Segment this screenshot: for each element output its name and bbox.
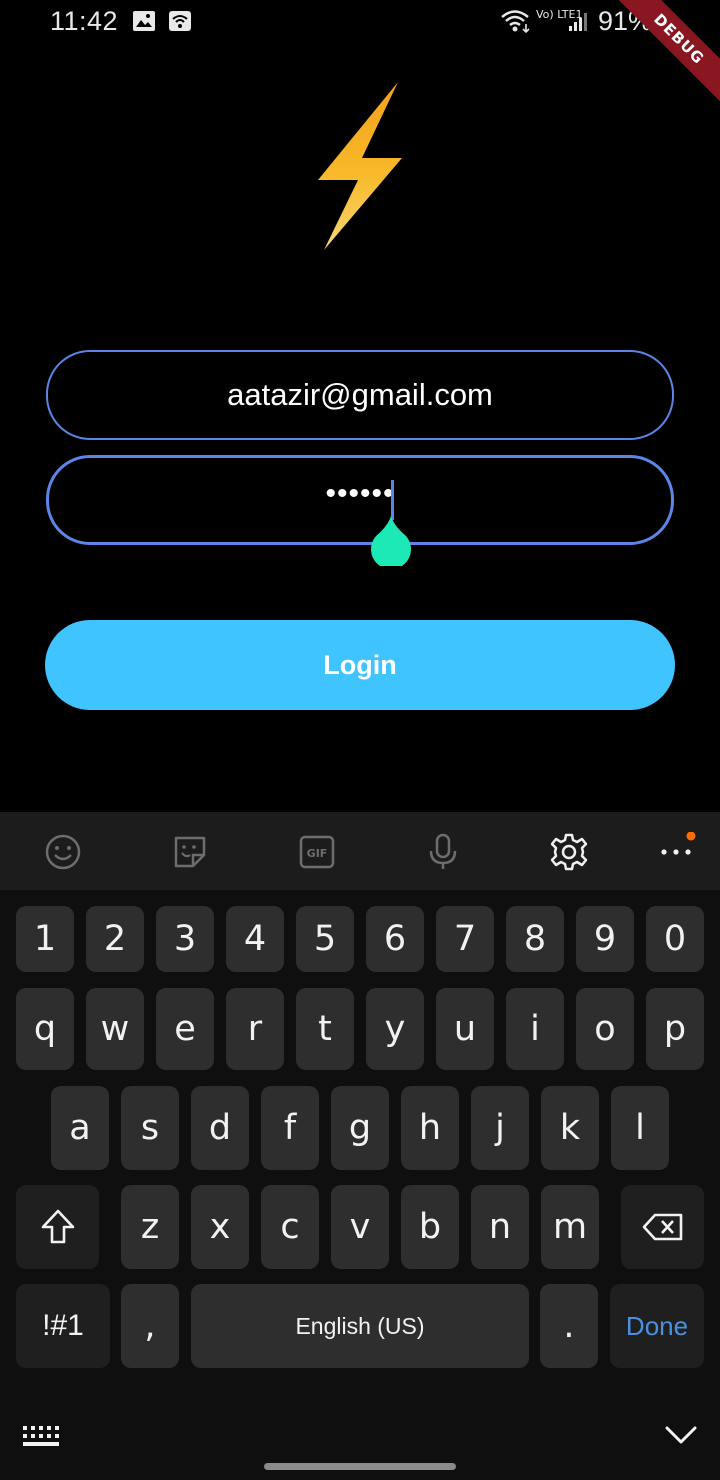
key-a[interactable]: a bbox=[51, 1086, 109, 1170]
key-1[interactable]: 1 bbox=[16, 906, 74, 972]
symbols-key[interactable]: !#1 bbox=[16, 1284, 110, 1368]
key-j[interactable]: j bbox=[471, 1086, 529, 1170]
emoji-icon[interactable] bbox=[43, 832, 83, 872]
key-5[interactable]: 5 bbox=[296, 906, 354, 972]
login-button[interactable]: Login bbox=[45, 620, 675, 710]
soft-keyboard: GIF 1 2 3 4 5 6 7 8 9 0 q w e r t y u i … bbox=[0, 812, 720, 1480]
backspace-key[interactable] bbox=[621, 1185, 704, 1269]
password-field[interactable]: •••••• bbox=[46, 455, 674, 545]
shift-key[interactable] bbox=[16, 1185, 99, 1269]
password-value: •••••• bbox=[325, 477, 395, 510]
key-0[interactable]: 0 bbox=[646, 906, 704, 972]
key-n[interactable]: n bbox=[471, 1185, 529, 1269]
key-y[interactable]: y bbox=[366, 988, 424, 1070]
text-cursor bbox=[391, 480, 394, 520]
status-bar: 11:42 Vo) LTE1 91% DEBUG bbox=[0, 0, 720, 110]
navigation-handle[interactable] bbox=[264, 1463, 456, 1470]
keyboard-toolbar: GIF bbox=[0, 812, 720, 890]
key-l[interactable]: l bbox=[611, 1086, 669, 1170]
lightning-bolt-logo bbox=[316, 82, 406, 252]
comma-key[interactable]: , bbox=[121, 1284, 179, 1368]
key-8[interactable]: 8 bbox=[506, 906, 564, 972]
key-z[interactable]: z bbox=[121, 1185, 179, 1269]
key-v[interactable]: v bbox=[331, 1185, 389, 1269]
signal-icon bbox=[568, 12, 590, 37]
key-o[interactable]: o bbox=[576, 988, 634, 1070]
key-2[interactable]: 2 bbox=[86, 906, 144, 972]
key-q[interactable]: q bbox=[16, 988, 74, 1070]
key-u[interactable]: u bbox=[436, 988, 494, 1070]
key-9[interactable]: 9 bbox=[576, 906, 634, 972]
done-key[interactable]: Done bbox=[610, 1284, 704, 1368]
shift-icon bbox=[41, 1209, 74, 1244]
space-key[interactable]: English (US) bbox=[191, 1284, 529, 1368]
key-3[interactable]: 3 bbox=[156, 906, 214, 972]
status-time: 11:42 bbox=[50, 6, 119, 36]
key-r[interactable]: r bbox=[226, 988, 284, 1070]
backspace-icon bbox=[642, 1213, 682, 1241]
email-field[interactable]: aatazir@gmail.com bbox=[46, 350, 674, 440]
key-x[interactable]: x bbox=[191, 1185, 249, 1269]
wifi-box-icon bbox=[168, 10, 192, 37]
key-4[interactable]: 4 bbox=[226, 906, 284, 972]
key-f[interactable]: f bbox=[261, 1086, 319, 1170]
cursor-handle-icon[interactable] bbox=[370, 516, 412, 570]
hide-keyboard-chevron-icon[interactable] bbox=[664, 1424, 698, 1451]
key-s[interactable]: s bbox=[121, 1086, 179, 1170]
key-c[interactable]: c bbox=[261, 1185, 319, 1269]
key-w[interactable]: w bbox=[86, 988, 144, 1070]
more-icon[interactable] bbox=[656, 832, 696, 872]
keyboard-switch-icon[interactable] bbox=[22, 1424, 60, 1455]
key-t[interactable]: t bbox=[296, 988, 354, 1070]
mic-icon[interactable] bbox=[423, 832, 463, 872]
settings-icon[interactable] bbox=[549, 832, 589, 872]
key-h[interactable]: h bbox=[401, 1086, 459, 1170]
gallery-icon bbox=[132, 10, 156, 37]
period-key[interactable]: . bbox=[540, 1284, 598, 1368]
key-b[interactable]: b bbox=[401, 1185, 459, 1269]
key-7[interactable]: 7 bbox=[436, 906, 494, 972]
key-m[interactable]: m bbox=[541, 1185, 599, 1269]
gif-icon[interactable]: GIF bbox=[297, 832, 337, 872]
key-e[interactable]: e bbox=[156, 988, 214, 1070]
key-p[interactable]: p bbox=[646, 988, 704, 1070]
sticker-icon[interactable] bbox=[170, 832, 210, 872]
key-d[interactable]: d bbox=[191, 1086, 249, 1170]
key-6[interactable]: 6 bbox=[366, 906, 424, 972]
key-k[interactable]: k bbox=[541, 1086, 599, 1170]
wifi-icon bbox=[500, 8, 532, 39]
key-g[interactable]: g bbox=[331, 1086, 389, 1170]
email-value: aatazir@gmail.com bbox=[227, 377, 493, 412]
key-i[interactable]: i bbox=[506, 988, 564, 1070]
svg-text:GIF: GIF bbox=[307, 847, 328, 860]
